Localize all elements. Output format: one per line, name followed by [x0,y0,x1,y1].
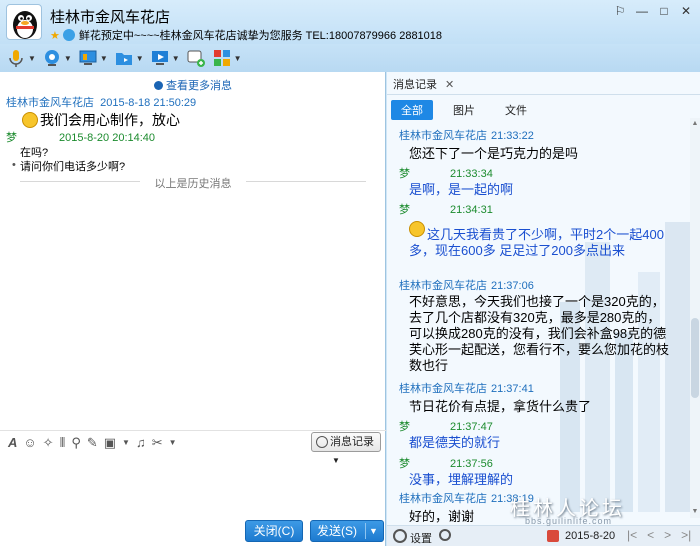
history-entry-header: 梦 21:37:56 [399,458,493,470]
font-icon[interactable]: A [8,435,17,450]
maximize-icon[interactable]: □ [654,3,674,19]
image-icon[interactable]: ▣ [104,435,116,451]
scissors-icon[interactable]: ✂ [152,435,163,451]
scroll-up-icon[interactable]: ▲ [691,120,699,127]
history-entry-header: 梦 21:34:31 [399,204,493,216]
status-text: 鲜花预定中~~~~桂林金风车花店诚挚为您服务 TEL:18007879966 2… [78,30,443,42]
chevron-down-icon: ▼ [28,53,36,63]
history-entry-text: 没事，埋解理解的 [409,472,514,487]
scroll-down-icon[interactable]: ▼ [691,508,699,515]
chat-pane: 查看更多消息 桂林市金风车花店 2015-8-18 21:50:29 我们会用心… [0,72,386,546]
apps-button[interactable]: ▼ [212,46,242,70]
toolbar: ▼ ▼ ▼ ▼ ▼ ▼ [0,44,700,72]
history-entry-header: 桂林市金风车花店 21:37:06 [399,280,534,292]
clock-icon [316,436,328,448]
folder-icon [115,53,132,65]
page-navigation: |< < > >| [627,528,691,542]
history-entry-header: 梦 21:33:34 [399,168,493,180]
history-filter-tabs: 全部 图片 文件 [391,100,537,120]
video-call-button[interactable]: ▼ [42,46,72,70]
history-entry-text: 是啊，是一起的啊 [409,182,514,197]
apps-grid-icon [213,50,230,66]
penguin-icon [13,11,37,39]
search-icon[interactable] [439,529,451,541]
calendar-icon[interactable] [547,530,559,542]
history-icon [154,81,163,90]
status-line: ★ 鲜花预定中~~~~桂林金风车花店诚挚为您服务 TEL:18007879966 … [50,27,442,43]
message-history-button[interactable]: 消息记录▼ [311,432,381,465]
screenshot-icon[interactable]: ✎ [87,435,98,451]
status-icon [62,29,75,41]
filter-all[interactable]: 全部 [391,100,433,120]
view-more-messages-link[interactable]: 查看更多消息 [0,77,386,93]
tab-message-history[interactable]: 消息记录 ✕ [393,76,454,92]
message-line: 请问你们电话多少啊? [20,161,126,173]
create-group-button[interactable] [186,46,206,70]
title-bar: 桂林市金风车花店 ★ 鲜花预定中~~~~桂林金风车花店诚挚为您服务 TEL:180… [0,0,700,44]
send-button[interactable]: 发送(S) ▼ [310,520,384,542]
emoji-icon[interactable]: ☺ [23,435,36,450]
window-controls: ⚐ — □ ✕ [610,3,696,19]
history-footer: 设置 2015-8-20 |< < > >| [387,525,700,546]
star-icon: ★ [50,30,60,42]
first-page-icon[interactable]: |< [627,528,637,542]
chevron-down-icon: ▼ [171,53,180,63]
smiley-icon [22,112,38,128]
chevron-down-icon: ▼ [332,456,340,465]
monitor-icon [79,50,97,65]
screen-share-button[interactable]: ▼ [150,46,180,70]
history-entry-text: 这几天我看贵了不少啊，平时2个一起400多，现在600多 足足过了200多点出来 [409,227,664,258]
settings-label[interactable]: 设置 [410,530,432,546]
file-transfer-button[interactable]: ▼ [114,46,144,70]
magic-wand-icon[interactable]: ✧ [43,435,54,451]
screen-share-icon [151,51,168,65]
message-header: 桂林市金风车花店 2015-8-18 21:50:29 [6,97,197,109]
chevron-down-icon[interactable]: ▼ [369,521,378,541]
chevron-down-icon[interactable]: ▼ [169,438,177,447]
chevron-down-icon: ▼ [233,53,242,63]
filter-files[interactable]: 文件 [495,100,537,120]
history-divider-label: 以上是历史消息 [154,178,232,190]
watermark-subtitle: bbs.guilinlife.com [525,516,613,526]
filter-images[interactable]: 图片 [443,100,485,120]
last-page-icon[interactable]: >| [681,528,691,542]
remote-desktop-button[interactable]: ▼ [78,46,108,70]
voice-message-icon[interactable]: ⚲ [71,435,81,451]
message-header: 梦 2015-8-20 20:14:40 [6,132,156,144]
next-page-icon[interactable]: > [664,528,671,542]
flag-icon[interactable]: ⚐ [610,3,630,19]
history-entry-text: 不好意思，今天我们也接了一个是320克的，去了几个店都没有320克，最多是280… [409,294,670,373]
divider [365,523,366,539]
divider [387,94,700,95]
window-title: 桂林市金风车花店 [50,9,171,26]
chevron-down-icon: ▼ [63,53,72,63]
history-entry-text: 都是德芙的就行 [409,435,501,450]
bullet: • [12,159,16,171]
voice-call-button[interactable]: ▼ [6,46,36,70]
chevron-down-icon: ▼ [135,53,144,63]
minimize-icon[interactable]: — [632,3,652,19]
message-text: 我们会用心制作，放心 [22,110,180,130]
chevron-down-icon[interactable]: ▼ [122,438,130,447]
prev-page-icon[interactable]: < [647,528,654,542]
close-tab-icon[interactable]: ✕ [445,79,454,91]
scrollbar-thumb[interactable] [691,318,699,398]
chevron-down-icon: ▼ [99,53,108,63]
microphone-icon [9,50,23,67]
gear-icon[interactable] [393,529,407,543]
music-icon[interactable]: ♫ [136,435,146,450]
close-icon[interactable]: ✕ [676,3,696,19]
history-entry-header: 桂林市金风车花店 21:33:22 [399,130,534,142]
history-entry-header: 桂林市金风车花店 21:37:41 [399,383,534,395]
history-entry-text: 节日花价有点提，拿货什么贵了 [409,399,592,414]
history-entry-header: 梦 21:37:47 [399,421,493,433]
history-date: 2015-8-20 [565,530,616,542]
history-pane: 消息记录 ✕ 全部 图片 文件 桂林市金风车花店 21:33:22 您还下了一个是巧… [387,72,700,546]
close-button[interactable]: 关闭(C) [245,520,303,542]
history-entry-text: 您还下了一个是巧克力的是吗 [409,146,579,161]
shake-icon[interactable]: ⦀ [60,435,66,451]
group-chat-icon [187,50,205,67]
avatar[interactable] [6,4,42,40]
webcam-icon [44,50,59,66]
